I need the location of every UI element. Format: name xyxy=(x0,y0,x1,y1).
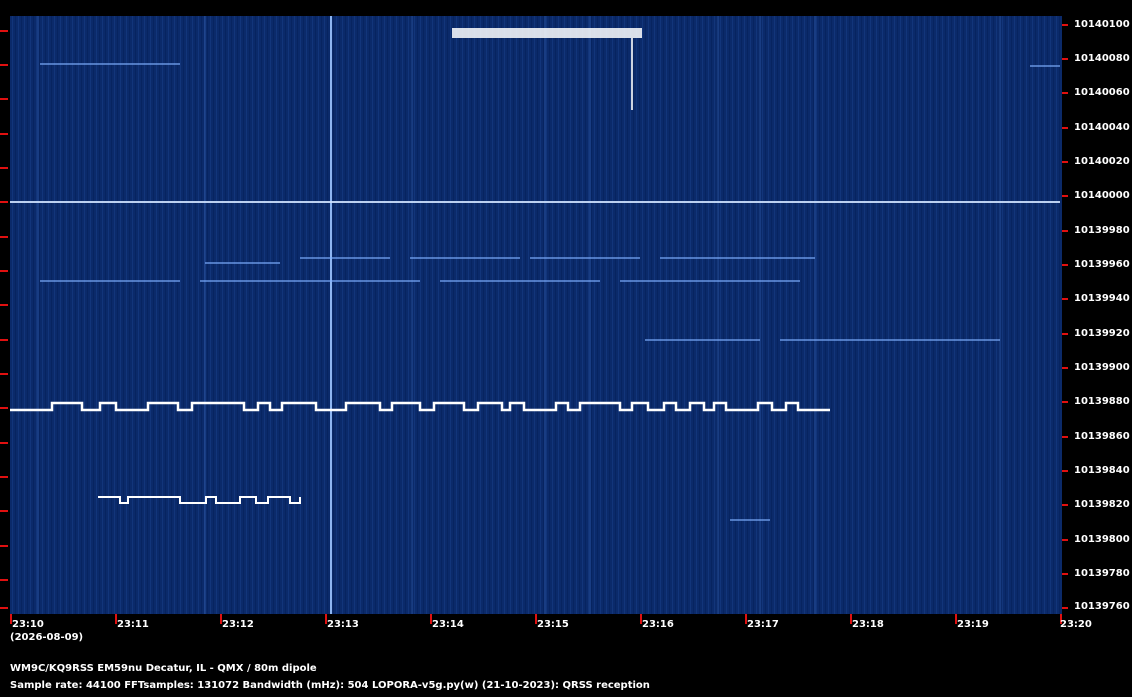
frequency-label: 10139780 xyxy=(1074,568,1130,579)
time-label: 23:12 xyxy=(222,619,254,630)
frequency-label: 10140020 xyxy=(1074,156,1130,167)
time-label: 23:17 xyxy=(747,619,779,630)
frequency-label: 10139920 xyxy=(1074,328,1130,339)
frequency-label: 10139960 xyxy=(1074,259,1130,270)
frequency-ticks-right xyxy=(1062,24,1068,609)
time-label: 23:11 xyxy=(117,619,149,630)
signal-burst xyxy=(452,28,642,38)
frequency-label: 10139840 xyxy=(1074,465,1130,476)
time-label: 23:10 xyxy=(12,619,44,630)
noise-texture xyxy=(10,16,1062,614)
frequency-label: 10139880 xyxy=(1074,396,1130,407)
frequency-ticks-left xyxy=(0,30,8,609)
time-label: 23:19 xyxy=(957,619,989,630)
software-info: LOPORA-v5g.py(w) (21-10-2023): QRSS rece… xyxy=(372,680,650,691)
frequency-label: 10140000 xyxy=(1074,190,1130,201)
time-label: 23:16 xyxy=(642,619,674,630)
frequency-label: 10139980 xyxy=(1074,225,1130,236)
frequency-label: 10139940 xyxy=(1074,293,1130,304)
frequency-label: 10139820 xyxy=(1074,499,1130,510)
time-label: 23:15 xyxy=(537,619,569,630)
frequency-label: 10139900 xyxy=(1074,362,1130,373)
time-label: 23:13 xyxy=(327,619,359,630)
frequency-label: 10140100 xyxy=(1074,19,1130,30)
frequency-label: 10139800 xyxy=(1074,534,1130,545)
frequency-label: 10139760 xyxy=(1074,601,1130,612)
frequency-label: 10140080 xyxy=(1074,53,1130,64)
time-ticks xyxy=(10,614,1062,624)
date-label: (2026-08-09) xyxy=(10,632,84,643)
waterfall-overlay xyxy=(0,16,1068,624)
time-label: 23:14 xyxy=(432,619,464,630)
capture-settings: Sample rate: 44100 FFTsamples: 131072 Ba… xyxy=(10,680,369,691)
station-info: WM9C/KQ9RSS EM59nu Decatur, IL - QMX / 8… xyxy=(10,663,317,674)
frequency-label: 10140060 xyxy=(1074,87,1130,98)
frequency-label: 10140040 xyxy=(1074,122,1130,133)
qrss-grabber-window: 10140100 10140080 10140060 10140040 1014… xyxy=(0,0,1132,697)
time-label: 23:20 xyxy=(1060,619,1092,630)
frequency-label: 10139860 xyxy=(1074,431,1130,442)
time-label: 23:18 xyxy=(852,619,884,630)
